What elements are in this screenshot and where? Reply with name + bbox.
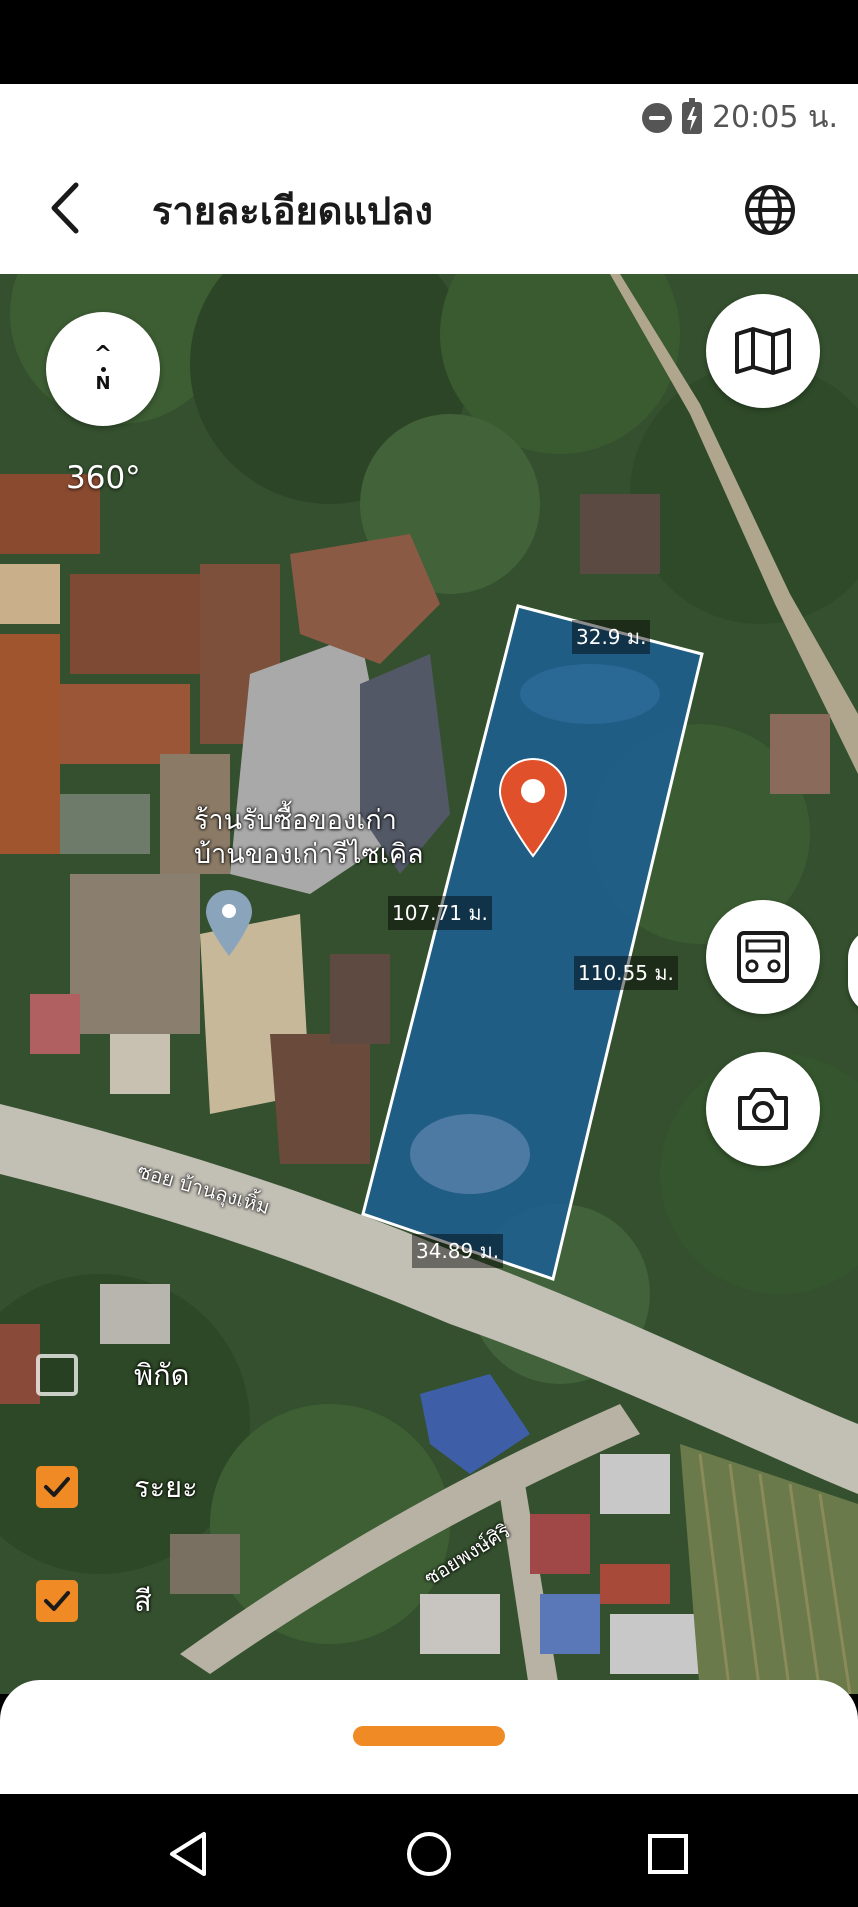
back-button[interactable] xyxy=(40,177,96,239)
checkbox-distance[interactable] xyxy=(36,1466,78,1508)
status-time: 20:05 น. xyxy=(711,100,838,135)
map-icon xyxy=(735,327,791,375)
camera-icon xyxy=(738,1088,788,1130)
distance-label-bottom: 34.89 ม. xyxy=(412,1234,504,1268)
nav-recents-icon xyxy=(648,1834,688,1874)
map-type-button[interactable] xyxy=(706,294,820,408)
rotation-label: 360° xyxy=(66,460,141,496)
north-arrow-icon: ^ xyxy=(93,341,113,367)
nav-home-icon xyxy=(407,1832,451,1876)
layer-label-color: สี xyxy=(134,1584,152,1618)
layer-toggle-coordinates[interactable]: พิกัด xyxy=(36,1354,190,1396)
layer-label-distance: ระยะ xyxy=(134,1470,198,1504)
place-name-label: ร้านรับซื้อของเก่า บ้านของเก่ารีไซเคิล xyxy=(194,805,424,870)
nav-back-icon xyxy=(170,1832,206,1876)
system-nav-bar xyxy=(0,1794,858,1907)
camera-button[interactable] xyxy=(706,1052,820,1166)
globe-icon xyxy=(745,185,795,235)
sheet-drag-handle[interactable] xyxy=(353,1726,505,1746)
back-arrow-icon xyxy=(51,182,79,234)
battery-charging-icon xyxy=(681,97,702,134)
distance-label-top: 32.9 ม. xyxy=(572,620,651,654)
compass-button[interactable]: ^ N xyxy=(46,312,160,426)
checkmark-icon xyxy=(44,1477,70,1497)
layer-toggle-distance[interactable]: ระยะ xyxy=(36,1466,198,1508)
calculator-icon xyxy=(737,931,789,983)
layer-toggle-color[interactable]: สี xyxy=(36,1580,152,1622)
area-calculator-button[interactable] xyxy=(706,900,820,1014)
page-title: รายละเอียดแปลง xyxy=(152,189,433,233)
checkbox-coordinates[interactable] xyxy=(36,1354,78,1396)
checkbox-color[interactable] xyxy=(36,1580,78,1622)
compass-north-label: N xyxy=(95,372,111,394)
app-header: รายละเอียดแปลง xyxy=(0,142,858,274)
distance-label-left: 107.71 ม. xyxy=(388,896,492,930)
distance-label-right: 110.55 ม. xyxy=(574,956,678,990)
checkmark-icon xyxy=(44,1591,70,1611)
bottom-sheet[interactable] xyxy=(0,1680,858,1794)
status-bar: 20:05 น. xyxy=(0,84,858,142)
top-black-bar xyxy=(0,0,858,84)
do-not-disturb-icon xyxy=(641,102,672,133)
nav-back-button[interactable] xyxy=(160,1824,220,1884)
nav-recents-button[interactable] xyxy=(638,1824,698,1884)
satellite-map[interactable]: ^ N 360° 32.9 ม. 107.71 ม. 110.55 ม. 34.… xyxy=(0,274,858,1694)
nav-home-button[interactable] xyxy=(399,1824,459,1884)
language-button[interactable] xyxy=(742,182,798,238)
layer-label-coordinates: พิกัด xyxy=(134,1358,190,1392)
